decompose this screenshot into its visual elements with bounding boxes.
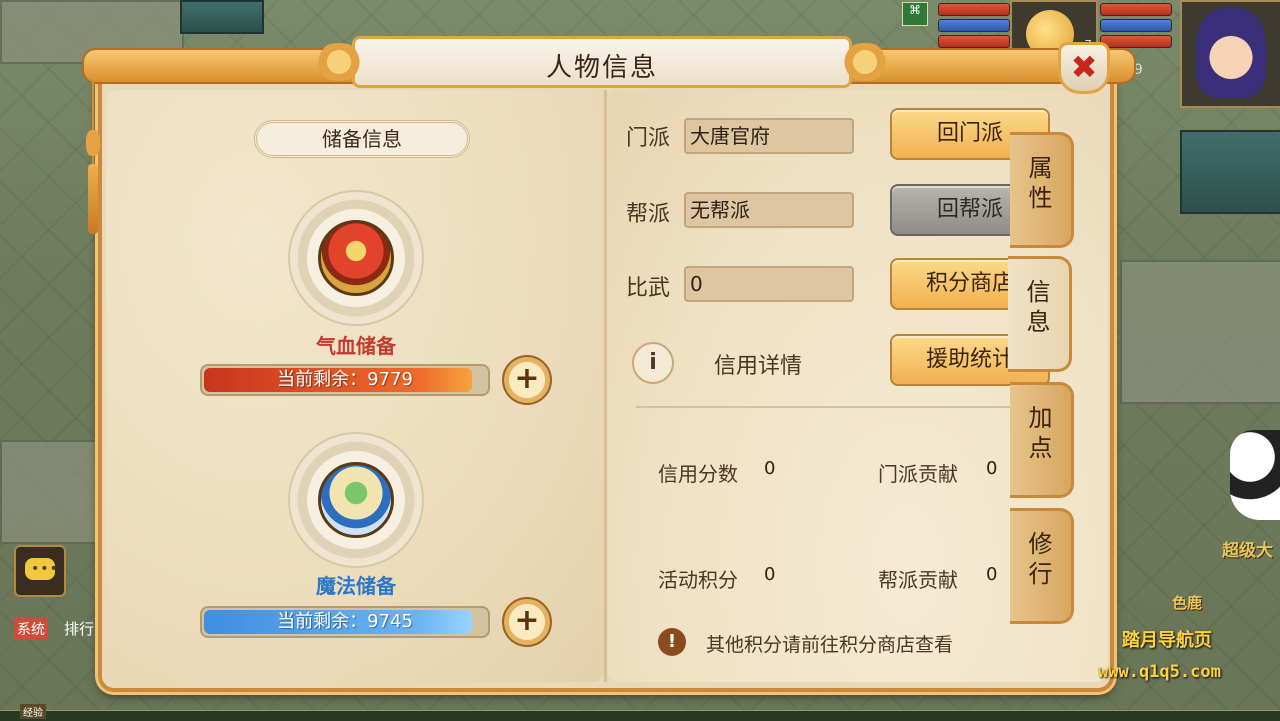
buff-icon[interactable]: ⌘ — [902, 2, 928, 26]
points-note: 其他积分请前往积分商店查看 — [706, 634, 954, 656]
pet-mp-bar — [938, 19, 1010, 32]
activity-points-label: 活动积分 — [658, 568, 738, 592]
pet-status-bars — [938, 0, 1010, 51]
mp-potion-frame[interactable] — [288, 432, 424, 568]
pet-hp-bar — [938, 3, 1010, 16]
experience-label: 经验 — [20, 704, 46, 719]
mp-soup-bowl-icon — [318, 462, 394, 538]
hp-add-button[interactable]: + — [502, 355, 552, 405]
tab-label: 修行 — [1028, 530, 1053, 588]
hero-mp-bar — [1100, 19, 1172, 32]
watermark-title: 踏月导航页 — [1122, 630, 1212, 651]
chat-button[interactable]: ••• — [14, 545, 66, 597]
credit-score-label: 信用分数 — [658, 462, 738, 486]
sect-contrib-label: 门派贡献 — [878, 462, 958, 486]
mp-add-button[interactable]: + — [502, 597, 552, 647]
floor-tile — [0, 440, 100, 544]
npc-name-label-2[interactable]: 色鹿 — [1172, 592, 1202, 613]
tab-add-points[interactable]: 加点 — [1010, 382, 1074, 498]
credit-score-value: 0 — [764, 458, 776, 479]
hp-potion-frame[interactable] — [288, 190, 424, 326]
guild-label: 帮派 — [626, 202, 671, 227]
storage-section-title: 储备信息 — [254, 120, 470, 158]
tab-label: 加点 — [1028, 404, 1053, 462]
tab-info[interactable]: 信息 — [1008, 256, 1072, 372]
hp-storage-label: 气血储备 — [316, 334, 396, 358]
mp-storage-bar: 当前剩余：9745 — [200, 606, 490, 638]
tassel-ornament — [86, 80, 100, 234]
pvp-label: 比武 — [626, 276, 671, 301]
tab-label: 属性 — [1028, 154, 1053, 212]
npc-name-label[interactable]: 超级大 — [1222, 536, 1273, 561]
chat-dots-icon: ••• — [31, 561, 59, 577]
info-icon[interactable]: i — [632, 342, 674, 384]
guild-contrib-label: 帮派贡献 — [878, 568, 958, 592]
hp-remaining-text: 当前剩余：9779 — [277, 369, 413, 390]
hero-portrait[interactable] — [1180, 0, 1280, 108]
hero-face-icon — [1196, 8, 1266, 98]
title-plate: 人物信息 — [311, 36, 893, 88]
pvp-value: 0 — [684, 266, 854, 302]
credit-details-link[interactable]: 信用详情 — [714, 348, 802, 380]
plus-icon: + — [514, 361, 540, 396]
warning-icon: ! — [658, 628, 686, 656]
character-info-panel: 人物信息 ✖ 储备信息 气血储备 当前剩余：9779 + 魔法储备 当前剩余：9… — [82, 36, 1136, 692]
floor-tile — [1120, 260, 1280, 404]
mp-remaining-text: 当前剩余：9745 — [277, 611, 413, 632]
close-x-icon: ✖ — [1070, 48, 1098, 86]
sect-contrib-value: 0 — [986, 458, 998, 479]
sect-label: 门派 — [626, 126, 671, 151]
hero-hp-bar — [1100, 3, 1172, 16]
sect-value: 大唐官府 — [684, 118, 854, 154]
system-message[interactable]: 排行 — [64, 618, 94, 639]
panel-title: 人物信息 — [545, 53, 658, 83]
pane-divider — [604, 90, 607, 682]
hp-soup-bowl-icon — [318, 220, 394, 296]
hp-storage-bar: 当前剩余：9779 — [200, 364, 490, 396]
panda-npc[interactable] — [1230, 430, 1280, 520]
system-tag: 系统 — [14, 618, 48, 640]
tab-cultivation[interactable]: 修行 — [1010, 508, 1074, 624]
guild-value: 无帮派 — [684, 192, 854, 228]
guild-contrib-value: 0 — [986, 564, 998, 585]
mp-storage-label: 魔法储备 — [316, 574, 396, 598]
tab-attributes[interactable]: 属性 — [1010, 132, 1074, 248]
watermark-url: www.q1q5.com — [1098, 662, 1221, 682]
section-divider — [636, 406, 1064, 408]
plus-icon: + — [514, 603, 540, 638]
building-roof — [1180, 130, 1280, 214]
activity-points-value: 0 — [764, 564, 776, 585]
experience-bar — [0, 710, 1280, 721]
tab-label: 信息 — [1026, 278, 1051, 336]
building-roof — [180, 0, 264, 34]
close-button[interactable]: ✖ — [1058, 42, 1110, 94]
hero-anger-bar — [1100, 35, 1172, 48]
pet-exp-bar — [938, 35, 1010, 48]
hero-status-bars — [1100, 0, 1172, 51]
